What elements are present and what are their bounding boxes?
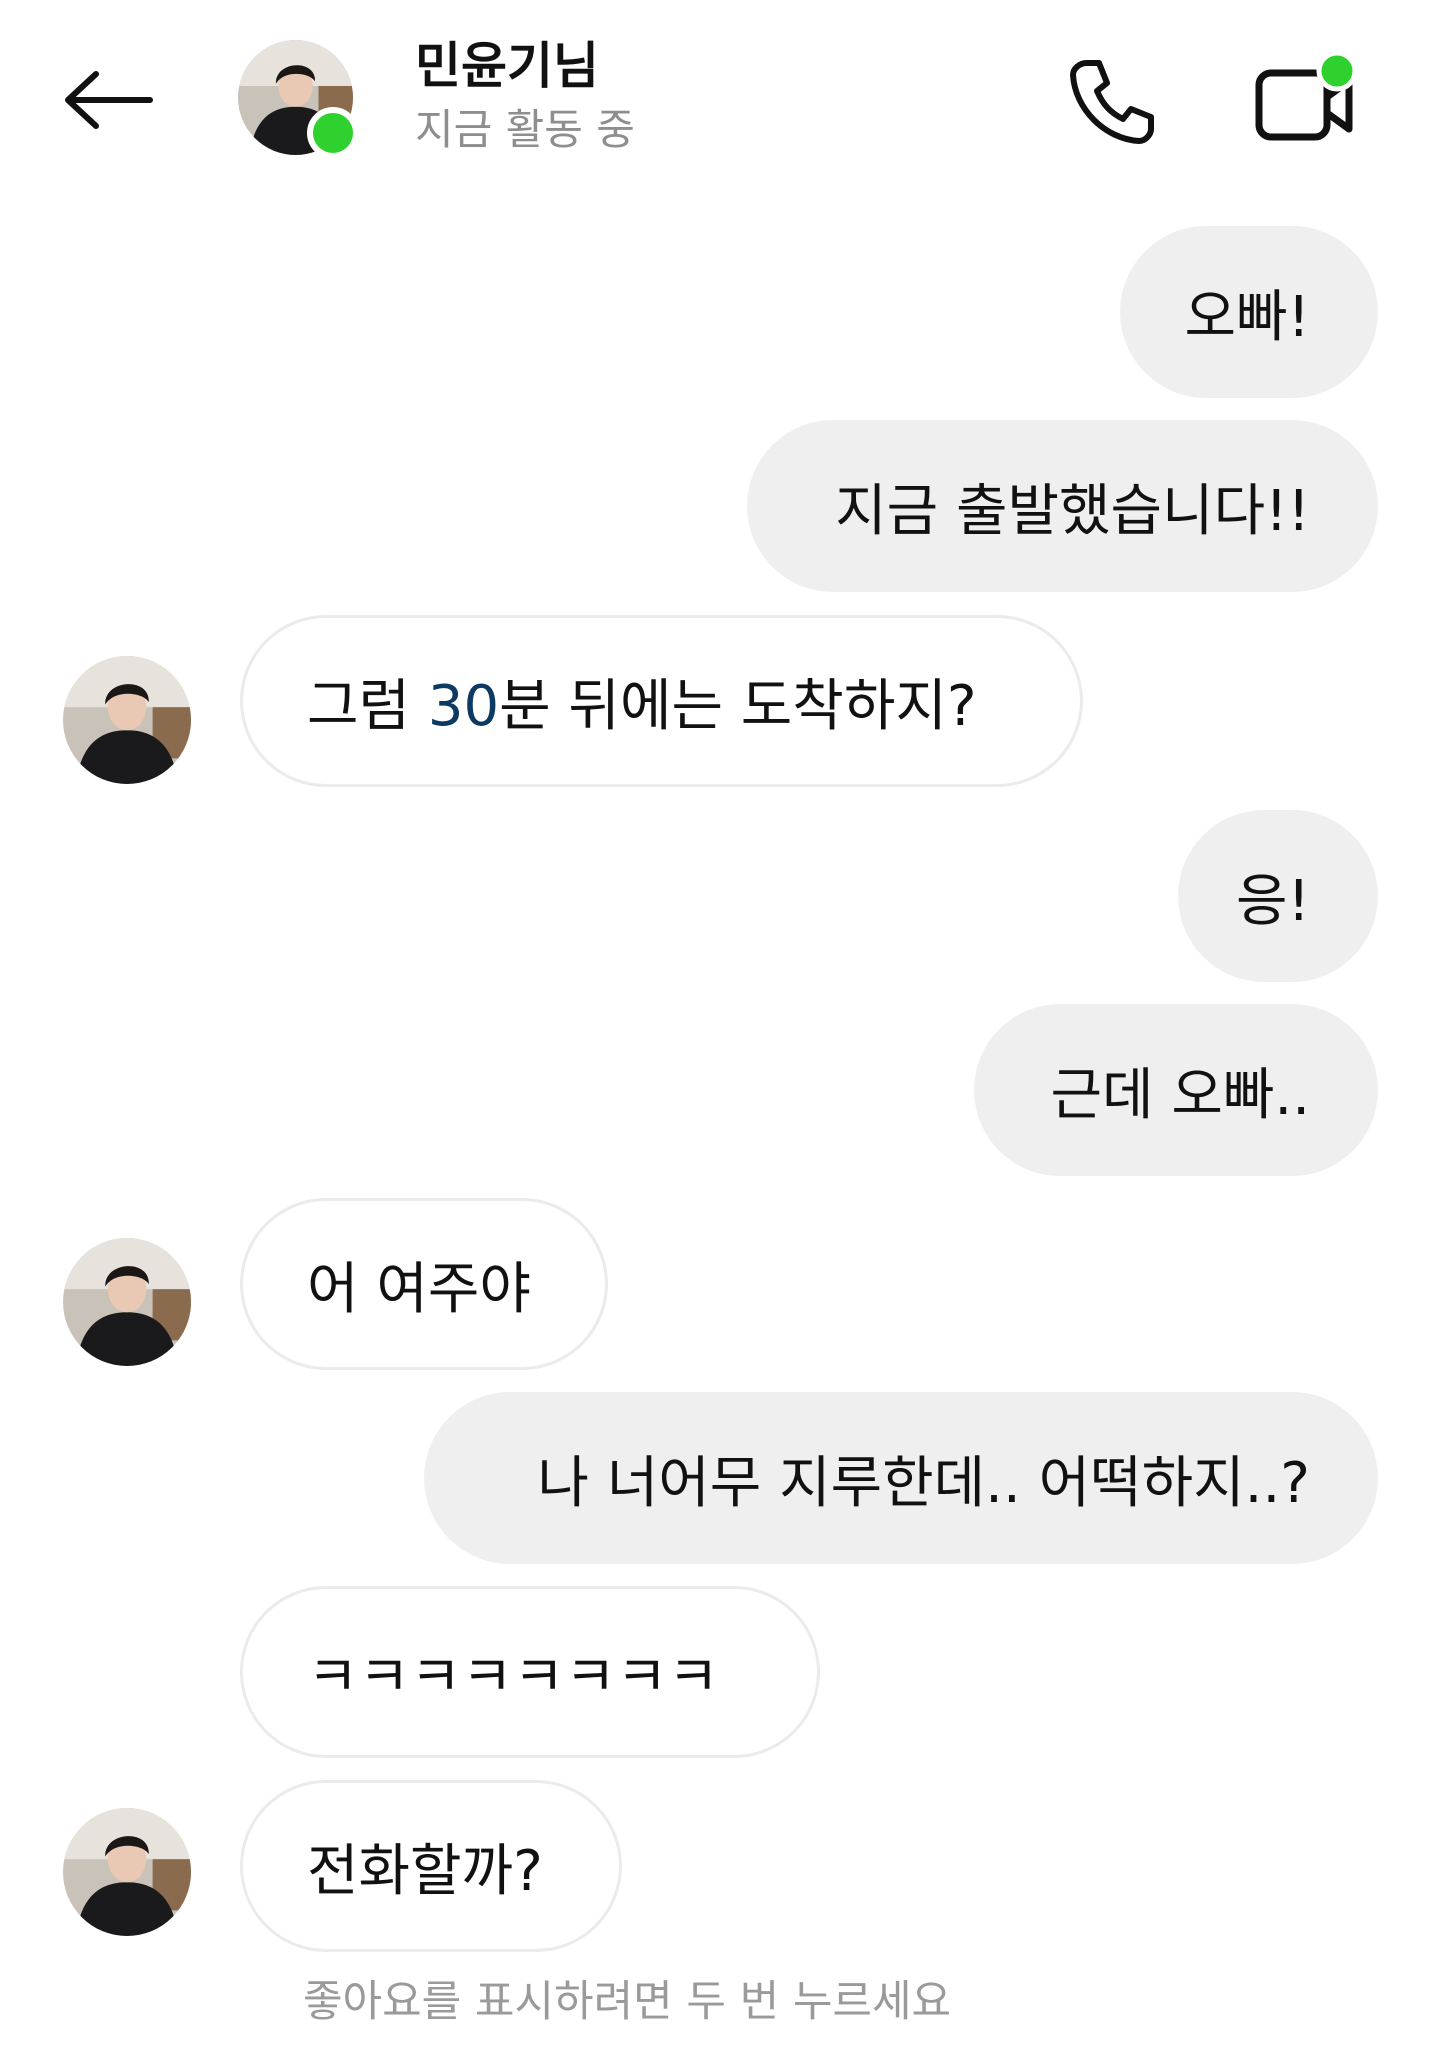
message-bubble-sent[interactable]: 나 너어무 지루한데.. 어떡하지..? (424, 1392, 1378, 1564)
contact-avatar[interactable] (238, 40, 359, 159)
video-camera-icon (1255, 51, 1358, 141)
voice-call-button[interactable] (1058, 46, 1168, 156)
profile-photo (63, 1238, 191, 1366)
time-link[interactable]: 30 (428, 674, 499, 739)
arrow-left-icon (65, 71, 153, 129)
message-text: 나 너어무 지루한데.. 어떡하지..? (537, 1450, 1310, 1516)
message-bubble-sent[interactable]: 응! (1178, 810, 1378, 982)
contact-name: 민윤기님 (415, 37, 599, 95)
chat-header: 민윤기님 지금 활동 중 (0, 0, 1440, 180)
double-tap-like-hint: 좋아요를 표시하려면 두 번 누르세요 (303, 1977, 952, 2027)
online-status-dot (307, 107, 359, 159)
message-bubble-received[interactable]: ㅋㅋㅋㅋㅋㅋㅋㅋ (240, 1586, 820, 1758)
activity-status: 지금 활동 중 (415, 105, 635, 154)
video-call-button[interactable] (1250, 46, 1362, 156)
message-bubble-sent[interactable]: 오빠! (1120, 226, 1378, 398)
back-button[interactable] (52, 50, 164, 150)
message-text: ㅋㅋㅋㅋㅋㅋㅋㅋ (307, 1644, 720, 1710)
profile-photo (63, 1808, 191, 1936)
message-text: 지금 출발했습니다!! (835, 478, 1310, 544)
message-text: 전화할까? (307, 1838, 543, 1904)
contact-info[interactable]: 민윤기님 지금 활동 중 (415, 34, 635, 158)
message-text: 근데 오빠.. (1050, 1062, 1310, 1128)
message-bubble-received[interactable]: 그럼 30분 뒤에는 도착하지? (240, 615, 1083, 787)
message-bubble-sent[interactable]: 근데 오빠.. (974, 1004, 1378, 1176)
message-bubble-received[interactable]: 어 여주야 (240, 1198, 608, 1370)
phone-icon (1070, 60, 1154, 144)
message-text: 오빠! (1184, 284, 1311, 350)
sender-avatar[interactable] (63, 1808, 191, 1936)
sender-avatar[interactable] (63, 1238, 191, 1366)
message-text: 어 여주야 (307, 1256, 531, 1322)
sender-avatar[interactable] (63, 656, 191, 784)
message-bubble-sent[interactable]: 지금 출발했습니다!! (747, 420, 1378, 592)
message-text: 그럼 30분 뒤에는 도착하지? (307, 673, 977, 739)
message-bubble-received[interactable]: 전화할까? (240, 1780, 622, 1952)
profile-photo (63, 656, 191, 784)
message-text: 응! (1236, 868, 1310, 934)
